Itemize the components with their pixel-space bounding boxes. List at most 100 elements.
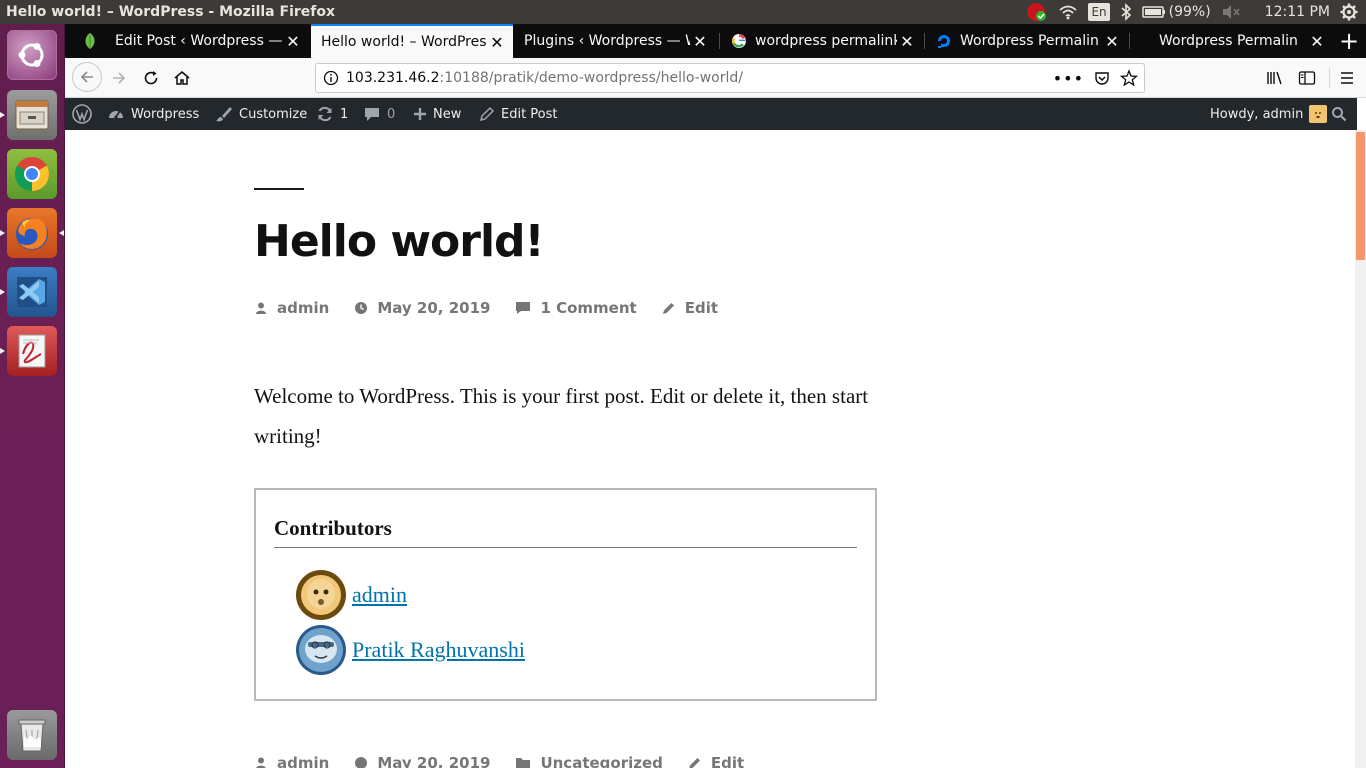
post-author-link[interactable]: admin xyxy=(277,299,329,317)
back-arrow-icon xyxy=(80,71,93,83)
footer-author-link[interactable]: admin xyxy=(277,754,329,768)
paintbrush-icon xyxy=(216,107,232,122)
new-label: New xyxy=(433,106,462,122)
tab-label: Wordpress Permalin xyxy=(1159,33,1298,49)
home-icon xyxy=(174,71,190,85)
close-tab-icon[interactable]: ✕ xyxy=(1307,32,1327,51)
contributor-link-pratik[interactable]: Pratik Raghuvanshi xyxy=(352,637,525,663)
vscode-running-pip xyxy=(0,289,5,295)
footer-date-link[interactable]: May 20, 2019 xyxy=(377,754,490,768)
wp-new-content-menu[interactable]: New xyxy=(413,98,461,130)
tab-edit-post[interactable]: Edit Post ‹ Wordpress — ✕ xyxy=(73,24,309,58)
search-icon xyxy=(1332,107,1347,122)
close-tab-icon[interactable]: ✕ xyxy=(487,33,507,52)
firefox-focused-pip xyxy=(59,230,64,236)
ubuntu-dash-icon[interactable] xyxy=(7,30,57,80)
close-tab-icon[interactable]: ✕ xyxy=(690,32,710,51)
clock[interactable]: 12:11 PM xyxy=(1265,4,1330,20)
new-tab-button[interactable]: + xyxy=(1335,27,1363,55)
updates-count: 1 xyxy=(340,106,349,122)
files-icon[interactable] xyxy=(7,90,57,140)
comments-count: 0 xyxy=(387,106,396,122)
dashboard-gauge-icon xyxy=(109,111,123,119)
toolbar-divider xyxy=(1329,68,1330,88)
post-footer-meta: admin May 20, 2019 Uncategorized Edit xyxy=(254,754,744,768)
tab-separator xyxy=(719,33,720,49)
howdy-label: Howdy, admin xyxy=(1210,106,1304,122)
chrome-icon[interactable] xyxy=(7,149,57,199)
tab-separator xyxy=(1129,33,1130,49)
tab-google-search[interactable]: wordpress permalink ✕ xyxy=(721,24,923,58)
post-date-link[interactable]: May 20, 2019 xyxy=(377,299,490,317)
tab-hello-world[interactable]: Hello world! – WordPres ✕ xyxy=(311,24,513,58)
forward-button[interactable] xyxy=(105,64,133,92)
open-menu-button[interactable] xyxy=(1333,64,1361,92)
update-notifier-icon[interactable] xyxy=(1026,2,1048,22)
url-bar[interactable]: 103.231.46.2 :10188/pratik/demo-wordpres… xyxy=(315,63,1145,93)
forward-arrow-icon xyxy=(113,72,126,84)
pocket-icon[interactable] xyxy=(1094,70,1110,86)
tab-wordpress-permalink[interactable]: Wordpress Permalin ✕ xyxy=(1131,24,1333,58)
session-gear-icon[interactable] xyxy=(1340,3,1358,21)
updates-refresh-icon xyxy=(318,106,332,122)
site-info-icon[interactable] xyxy=(316,70,346,86)
page-actions-icon[interactable]: ••• xyxy=(1053,69,1084,88)
unity-launcher xyxy=(0,24,65,768)
firefox-icon[interactable] xyxy=(7,208,57,258)
close-tab-icon[interactable]: ✕ xyxy=(283,32,303,51)
wp-customize-link[interactable]: Customize xyxy=(215,98,307,130)
post-comments-link[interactable]: 1 Comment xyxy=(540,299,636,317)
wp-comments-link[interactable]: 0 xyxy=(363,98,395,130)
footer-edit-link[interactable]: Edit xyxy=(711,754,744,768)
reload-button[interactable] xyxy=(137,64,165,92)
footer-category-link[interactable]: Uncategorized xyxy=(540,754,662,768)
page-scrollbar-thumb[interactable] xyxy=(1356,132,1365,260)
wp-edit-post-link[interactable]: Edit Post xyxy=(479,98,558,130)
library-icon xyxy=(1267,71,1282,85)
post-edit-link[interactable]: Edit xyxy=(685,299,718,317)
close-tab-icon[interactable]: ✕ xyxy=(1102,32,1122,51)
library-button[interactable] xyxy=(1261,64,1289,92)
vscode-icon[interactable] xyxy=(7,267,57,317)
contributors-divider xyxy=(274,547,857,548)
url-host: 103.231.46.2 xyxy=(346,70,440,86)
volume-muted-icon[interactable] xyxy=(1221,4,1241,20)
wp-my-account-menu[interactable]: Howdy, admin xyxy=(1210,98,1328,130)
tab-label: Wordpress Permalin xyxy=(960,33,1099,49)
close-tab-icon[interactable]: ✕ xyxy=(897,32,917,51)
google-icon xyxy=(731,33,753,49)
back-button[interactable] xyxy=(72,62,102,92)
post-body-paragraph: Welcome to WordPress. This is your first… xyxy=(254,384,869,448)
contributors-widget: Contributors admin Pratik Raghuvanshi xyxy=(254,488,877,701)
browser-navigation-bar: 103.231.46.2 :10188/pratik/demo-wordpres… xyxy=(65,58,1366,98)
home-button[interactable] xyxy=(168,64,196,92)
firefox-running-pip xyxy=(0,230,5,236)
document-viewer-icon[interactable] xyxy=(7,326,57,376)
sidebar-toggle-button[interactable] xyxy=(1293,64,1321,92)
battery-indicator[interactable]: (99%) xyxy=(1141,4,1211,20)
wp-updates-link[interactable]: 1 xyxy=(316,98,348,130)
contributor-link-admin[interactable]: admin xyxy=(352,582,407,608)
keyboard-layout-indicator[interactable]: En xyxy=(1088,3,1110,21)
contributor-item: Pratik Raghuvanshi xyxy=(296,625,525,675)
battery-percent: (99%) xyxy=(1168,4,1211,20)
browser-tab-strip: Edit Post ‹ Wordpress — ✕ Hello world! –… xyxy=(65,24,1366,58)
wp-logo-menu[interactable] xyxy=(72,98,92,130)
trash-icon[interactable] xyxy=(7,710,57,760)
bookmark-star-icon[interactable] xyxy=(1120,69,1138,87)
bluetooth-icon[interactable] xyxy=(1120,3,1132,21)
tab-digitalocean[interactable]: Wordpress Permalin ✕ xyxy=(926,24,1128,58)
digitalocean-icon xyxy=(936,33,958,49)
edit-post-label: Edit Post xyxy=(501,106,558,122)
post-title: Hello world! xyxy=(254,216,545,267)
clock-icon xyxy=(355,757,368,768)
wifi-icon[interactable] xyxy=(1058,4,1078,20)
sidebar-icon xyxy=(1298,71,1316,85)
page-content: Hello world! admin May 20, 2019 1 Commen… xyxy=(65,130,1355,768)
contributors-title: Contributors xyxy=(274,516,392,540)
comment-icon xyxy=(516,302,531,314)
reload-icon xyxy=(144,71,158,85)
wp-search-toggle[interactable] xyxy=(1331,98,1347,130)
tab-plugins[interactable]: Plugins ‹ Wordpress — W ✕ xyxy=(514,24,716,58)
wp-site-name-menu[interactable]: Wordpress xyxy=(107,98,199,130)
